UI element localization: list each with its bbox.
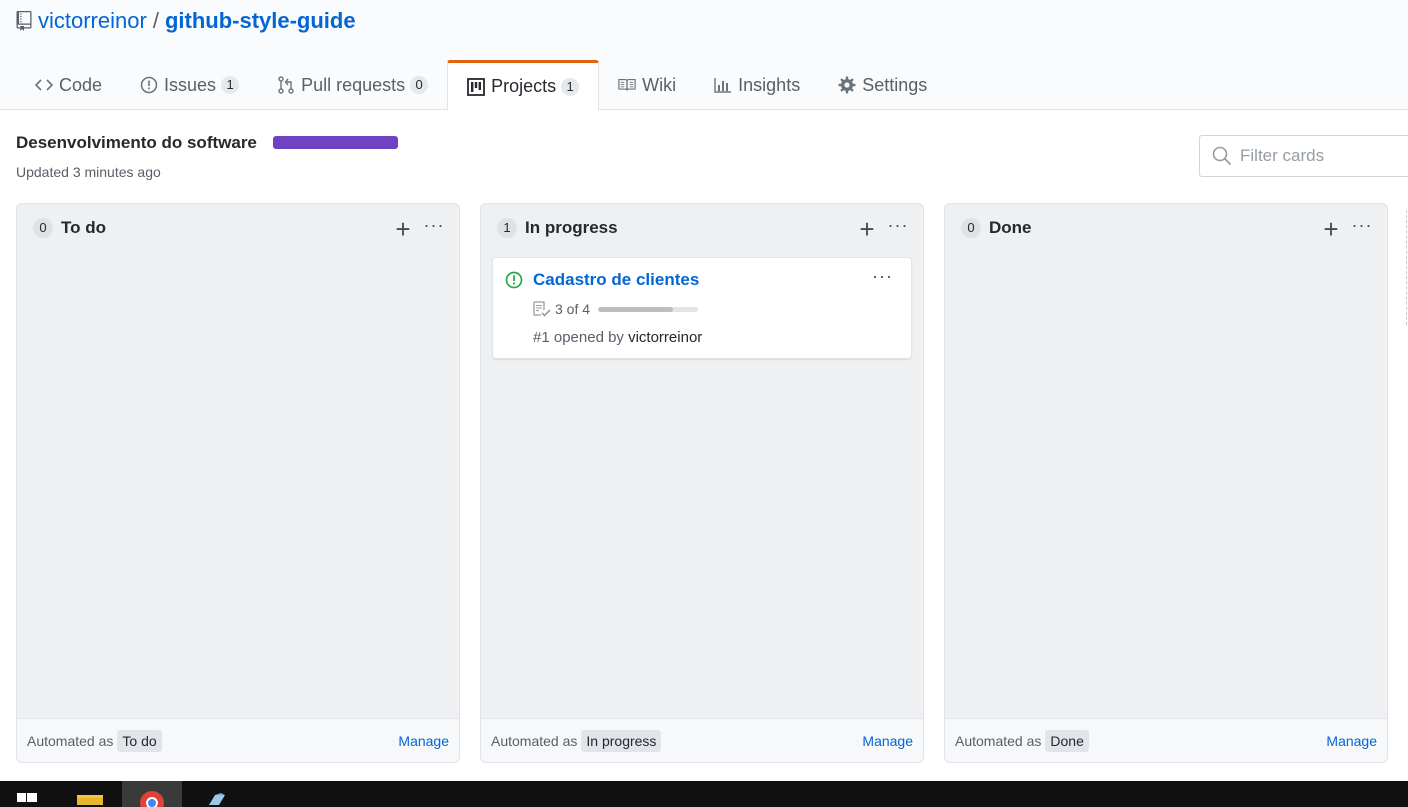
automation-badge: To do — [117, 729, 162, 752]
task-progress-bar — [598, 306, 699, 312]
file-explorer-icon[interactable] — [72, 781, 108, 807]
issues-counter: 1 — [221, 76, 240, 94]
filter-cards-input[interactable] — [1240, 146, 1408, 166]
column-menu-button[interactable]: ··· — [423, 216, 445, 240]
add-card-button[interactable]: + — [857, 216, 877, 242]
pull-request-icon — [277, 76, 295, 94]
column-header: 0 To do — [33, 218, 106, 238]
filter-cards-box[interactable] — [1199, 135, 1408, 177]
column-card-count: 0 — [33, 218, 53, 238]
column-title: In progress — [525, 218, 618, 237]
gear-icon — [838, 76, 856, 94]
card-author-link[interactable]: victorreinor — [628, 329, 702, 346]
repo-header: victorreinor / github-style-guide Code I… — [0, 0, 1408, 111]
tab-label: Code — [59, 74, 103, 95]
tab-pull-requests[interactable]: Pull requests 0 — [258, 60, 447, 110]
code-icon — [35, 76, 53, 94]
tab-label: Wiki — [642, 74, 677, 95]
issue-card[interactable]: Cadastro de clientes ··· 3 of 4 #1 opene… — [492, 257, 912, 359]
repo-separator: / — [152, 8, 159, 33]
windows-start-icon[interactable] — [14, 781, 40, 807]
tab-insights[interactable]: Insights — [695, 60, 819, 110]
projects-counter: 1 — [561, 77, 580, 96]
repo-nav: Code Issues 1 Pull requests 0 Projects 1 — [16, 60, 946, 111]
chrome-icon[interactable] — [122, 781, 182, 807]
pull-requests-counter: 0 — [410, 76, 429, 94]
column-menu-button[interactable]: ··· — [887, 216, 909, 240]
column-done: 0 Done + ··· Automated as Done Manage — [944, 203, 1388, 763]
tab-label: Issues — [164, 74, 217, 95]
repo-owner-link[interactable]: victorreinor — [38, 8, 147, 34]
os-taskbar — [0, 781, 1408, 807]
column-to-do: 0 To do + ··· Automated as To do Manage — [16, 203, 460, 763]
column-menu-button[interactable]: ··· — [1351, 216, 1373, 240]
task-progress: 3 of 4 — [533, 301, 699, 317]
add-card-button[interactable]: + — [393, 216, 413, 242]
repo-name-link[interactable]: github-style-guide — [165, 8, 356, 34]
graph-icon — [714, 76, 732, 94]
automated-label: Automated as — [955, 732, 1042, 749]
automated-label: Automated as — [27, 732, 114, 749]
column-in-progress: 1 In progress + ··· Cadastro de clientes… — [480, 203, 924, 763]
project-progress-bar — [273, 136, 398, 149]
tab-code[interactable]: Code — [16, 60, 121, 110]
column-footer: Automated as In progress Manage — [481, 718, 923, 762]
project-updated-time: Updated 3 minutes ago — [16, 164, 161, 180]
tab-wiki[interactable]: Wiki — [599, 60, 695, 110]
automation-badge: Done — [1045, 729, 1089, 752]
column-footer: Automated as Done Manage — [945, 718, 1387, 762]
repo-title: victorreinor / github-style-guide — [16, 8, 356, 34]
card-meta-prefix: #1 opened by — [533, 329, 624, 346]
tab-projects[interactable]: Projects 1 — [447, 60, 600, 111]
card-menu-button[interactable]: ··· — [872, 266, 893, 287]
column-footer: Automated as To do Manage — [17, 718, 459, 762]
column-header: 0 Done — [961, 218, 1032, 238]
tab-label: Settings — [862, 74, 928, 95]
manage-automation-link[interactable]: Manage — [862, 733, 913, 749]
checklist-icon — [533, 301, 551, 317]
tab-issues[interactable]: Issues 1 — [121, 60, 258, 110]
tab-settings[interactable]: Settings — [819, 60, 946, 110]
repo-icon — [16, 11, 32, 31]
tab-label: Projects — [491, 76, 557, 96]
issue-icon — [140, 76, 158, 94]
project-title[interactable]: Desenvolvimento do software — [16, 133, 257, 153]
open-issue-icon — [505, 271, 523, 289]
column-card-count: 0 — [961, 218, 981, 238]
search-icon — [1212, 146, 1232, 166]
column-title: To do — [61, 218, 106, 237]
book-icon — [618, 76, 636, 94]
manage-automation-link[interactable]: Manage — [398, 733, 449, 749]
automated-label: Automated as — [491, 732, 578, 749]
card-title-link[interactable]: Cadastro de clientes — [533, 270, 699, 290]
column-header: 1 In progress — [497, 218, 618, 238]
add-card-button[interactable]: + — [1321, 216, 1341, 242]
column-title: Done — [989, 218, 1032, 237]
manage-automation-link[interactable]: Manage — [1326, 733, 1377, 749]
automation-badge: In progress — [581, 729, 662, 752]
card-meta: #1 opened by victorreinor — [533, 329, 702, 346]
notepad-icon[interactable] — [196, 781, 232, 807]
project-icon — [467, 77, 486, 96]
tab-label: Insights — [738, 74, 801, 95]
task-progress-fill — [598, 306, 674, 312]
add-column-edge[interactable] — [1406, 210, 1407, 325]
task-count: 3 of 4 — [555, 301, 591, 317]
tab-label: Pull requests — [301, 74, 406, 95]
column-card-count: 1 — [497, 218, 517, 238]
